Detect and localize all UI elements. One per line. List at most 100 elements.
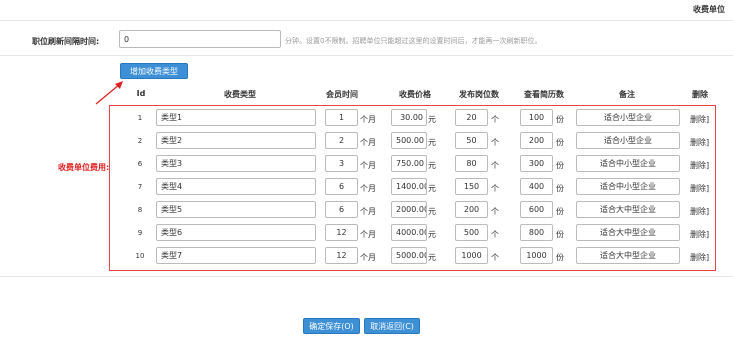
row-id: 9	[137, 229, 143, 237]
note-input[interactable]: 适合中小型企业	[576, 178, 680, 195]
delete-link[interactable]: 删除]	[690, 183, 709, 194]
header-delete: 删除	[692, 90, 708, 99]
price-input[interactable]: 5000.00	[391, 247, 427, 264]
unit-label-month: 个月	[360, 253, 376, 262]
term-months-input[interactable]: 12	[325, 247, 358, 264]
unit-label-copies: 份	[556, 253, 564, 262]
row-id: 2	[137, 137, 143, 145]
header-term: 会员时间	[326, 90, 358, 99]
unit-label-yuan: 元	[428, 253, 436, 262]
post-count-input[interactable]: 150	[455, 178, 488, 195]
refresh-interval-hint: 分钟。设置0不限制。招聘单位只能超过这里的设置时间后，才能再一次刷新职位。	[285, 37, 542, 45]
unit-label-count: 个	[491, 253, 499, 262]
term-months-input[interactable]: 6	[325, 178, 358, 195]
fee-type-name-input[interactable]: 类型3	[156, 155, 316, 172]
post-count-input[interactable]: 50	[455, 132, 488, 149]
term-months-input[interactable]: 6	[325, 201, 358, 218]
add-fee-type-button[interactable]: 增加收费类型	[120, 63, 188, 79]
fee-type-name-input[interactable]: 类型6	[156, 224, 316, 241]
delete-link[interactable]: 删除]	[690, 252, 709, 263]
note-input[interactable]: 适合小型企业	[576, 109, 680, 126]
footer-divider	[0, 276, 733, 277]
term-months-input[interactable]: 2	[325, 132, 358, 149]
unit-label-month: 个月	[360, 184, 376, 193]
post-count-input[interactable]: 500	[455, 224, 488, 241]
page-title: 收费单位	[693, 5, 725, 14]
fee-type-name-input[interactable]: 类型2	[156, 132, 316, 149]
price-input[interactable]: 1400.00	[391, 178, 427, 195]
row-id: 1	[137, 114, 143, 122]
unit-label-month: 个月	[360, 161, 376, 170]
unit-label-copies: 份	[556, 230, 564, 239]
note-input[interactable]: 适合大中型企业	[576, 201, 680, 218]
unit-label-yuan: 元	[428, 138, 436, 147]
unit-label-count: 个	[491, 184, 499, 193]
unit-label-yuan: 元	[428, 230, 436, 239]
post-count-input[interactable]: 80	[455, 155, 488, 172]
fee-type-name-input[interactable]: 类型1	[156, 109, 316, 126]
price-input[interactable]: 2000.00	[391, 201, 427, 218]
unit-label-count: 个	[491, 161, 499, 170]
unit-label-copies: 份	[556, 138, 564, 147]
term-months-input[interactable]: 1	[325, 109, 358, 126]
unit-label-copies: 份	[556, 115, 564, 124]
fee-type-name-input[interactable]: 类型5	[156, 201, 316, 218]
unit-label-yuan: 元	[428, 184, 436, 193]
resume-count-input[interactable]: 100	[520, 109, 553, 126]
fee-type-name-input[interactable]: 类型4	[156, 178, 316, 195]
unit-label-month: 个月	[360, 230, 376, 239]
unit-label-count: 个	[491, 230, 499, 239]
delete-link[interactable]: 删除]	[690, 206, 709, 217]
price-input[interactable]: 4000.00	[391, 224, 427, 241]
annotation-arrow-icon	[95, 81, 123, 105]
resume-count-input[interactable]: 800	[520, 224, 553, 241]
header-id: Id	[136, 89, 146, 98]
price-input[interactable]: 500.00	[391, 132, 427, 149]
term-months-input[interactable]: 3	[325, 155, 358, 172]
save-button[interactable]: 确定保存(O)	[303, 318, 360, 334]
post-count-input[interactable]: 20	[455, 109, 488, 126]
unit-label-copies: 份	[556, 184, 564, 193]
section-divider	[0, 55, 733, 56]
note-input[interactable]: 适合大中型企业	[576, 224, 680, 241]
unit-label-count: 个	[491, 207, 499, 216]
delete-link[interactable]: 删除]	[690, 229, 709, 240]
unit-label-yuan: 元	[428, 161, 436, 170]
price-input[interactable]: 750.00	[391, 155, 427, 172]
fee-section-label: 收费单位费用:	[58, 163, 110, 172]
row-id: 10	[135, 252, 145, 260]
unit-label-month: 个月	[360, 115, 376, 124]
note-input[interactable]: 适合大中型企业	[576, 247, 680, 264]
resume-count-input[interactable]: 400	[520, 178, 553, 195]
fee-type-name-input[interactable]: 类型7	[156, 247, 316, 264]
header-note: 备注	[619, 90, 635, 99]
resume-count-input[interactable]: 200	[520, 132, 553, 149]
unit-label-copies: 份	[556, 161, 564, 170]
price-input[interactable]: 30.00	[391, 109, 427, 126]
term-months-input[interactable]: 12	[325, 224, 358, 241]
row-id: 7	[137, 183, 143, 191]
unit-label-count: 个	[491, 138, 499, 147]
post-count-input[interactable]: 200	[455, 201, 488, 218]
refresh-interval-input[interactable]	[119, 30, 281, 48]
cancel-button[interactable]: 取消返回(C)	[364, 318, 420, 334]
unit-label-month: 个月	[360, 207, 376, 216]
header-posts: 发布岗位数	[459, 90, 499, 99]
delete-link[interactable]: 删除]	[690, 137, 709, 148]
refresh-interval-label: 职位刷新间隔时间:	[32, 37, 100, 46]
note-input[interactable]: 适合中小型企业	[576, 155, 680, 172]
post-count-input[interactable]: 1000	[455, 247, 488, 264]
unit-label-copies: 份	[556, 207, 564, 216]
header-divider	[0, 20, 733, 21]
unit-label-count: 个	[491, 115, 499, 124]
delete-link[interactable]: 删除]	[690, 114, 709, 125]
unit-label-yuan: 元	[428, 115, 436, 124]
resume-count-input[interactable]: 1000	[520, 247, 553, 264]
resume-count-input[interactable]: 600	[520, 201, 553, 218]
unit-label-yuan: 元	[428, 207, 436, 216]
row-id: 6	[137, 160, 143, 168]
note-input[interactable]: 适合小型企业	[576, 132, 680, 149]
header-resumes: 查看简历数	[524, 90, 564, 99]
resume-count-input[interactable]: 300	[520, 155, 553, 172]
delete-link[interactable]: 删除]	[690, 160, 709, 171]
